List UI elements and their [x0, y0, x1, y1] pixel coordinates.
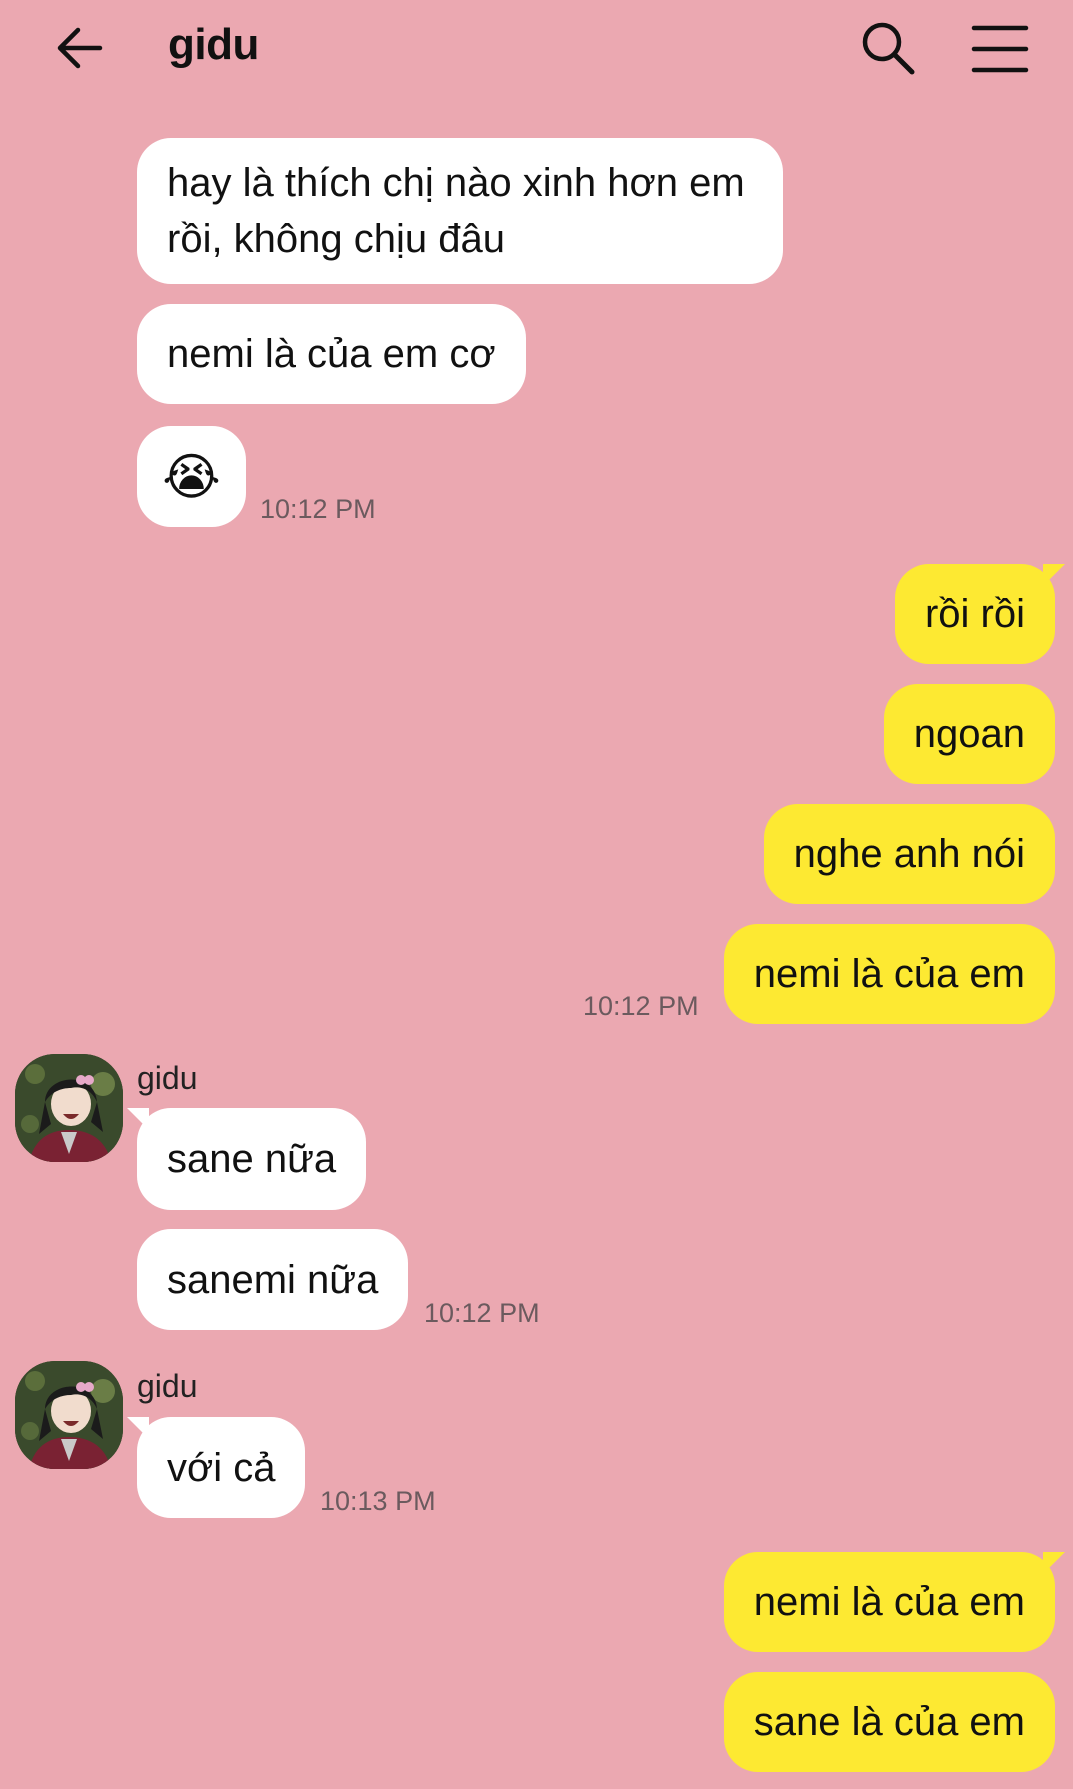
- message-bubble-incoming[interactable]: sanemi nữa: [137, 1229, 409, 1330]
- message-bubble-outgoing[interactable]: nghe anh nói: [763, 804, 1055, 904]
- message-timestamp: 10:12 PM: [424, 1298, 540, 1328]
- back-arrow-icon: [57, 27, 103, 69]
- avatar[interactable]: [15, 1054, 123, 1162]
- menu-icon: [971, 25, 1029, 73]
- message-bubble-incoming[interactable]: nemi là của em cơ: [137, 304, 526, 404]
- message-text: nemi là của em: [753, 952, 1025, 996]
- search-button[interactable]: [858, 18, 918, 78]
- avatar-image: [15, 1361, 123, 1469]
- message-bubble-outgoing[interactable]: nemi là của em: [723, 924, 1055, 1024]
- message-text: nemi là của em cơ: [167, 332, 496, 376]
- message-text: nemi là của em: [753, 1580, 1025, 1624]
- avatar-image: [15, 1054, 123, 1162]
- message-text: với cả: [167, 1445, 276, 1490]
- message-bubble-incoming-emoji[interactable]: 😭: [137, 426, 246, 527]
- chat-header: gidu: [0, 0, 1073, 100]
- sender-name: gidu: [137, 1060, 198, 1096]
- avatar[interactable]: [15, 1361, 123, 1469]
- message-timestamp: 10:13 PM: [320, 1486, 436, 1516]
- message-bubble-incoming[interactable]: hay là thích chị nào xinh hơn em rồi, kh…: [137, 138, 783, 284]
- message-timestamp: 10:12 PM: [260, 494, 376, 524]
- message-text: sane là của em: [753, 1700, 1025, 1744]
- message-text: nghe anh nói: [793, 832, 1025, 876]
- message-bubble-outgoing[interactable]: rồi rồi: [894, 564, 1066, 664]
- message-text: sanemi nữa: [167, 1257, 379, 1302]
- message-timestamp: 10:12 PM: [583, 991, 699, 1021]
- chat-title: gidu: [168, 20, 259, 69]
- message-text: ngoan: [913, 712, 1025, 756]
- back-button[interactable]: [52, 18, 114, 80]
- crying-emoji: 😭: [162, 448, 221, 505]
- search-icon: [862, 22, 915, 75]
- message-bubble-incoming[interactable]: với cả: [126, 1417, 306, 1518]
- sender-name: gidu: [137, 1368, 198, 1404]
- message-text: hay là thích chị nào xinh hơn em rồi, kh…: [167, 161, 745, 261]
- menu-button[interactable]: [970, 22, 1030, 76]
- message-bubble-outgoing[interactable]: sane là của em: [723, 1672, 1055, 1772]
- message-text: sane nữa: [167, 1137, 337, 1181]
- message-text: rồi rồi: [924, 592, 1025, 636]
- message-bubble-outgoing[interactable]: ngoan: [883, 684, 1055, 784]
- message-bubble-outgoing[interactable]: nemi là của em: [723, 1552, 1066, 1652]
- message-bubble-incoming[interactable]: sane nữa: [126, 1108, 367, 1210]
